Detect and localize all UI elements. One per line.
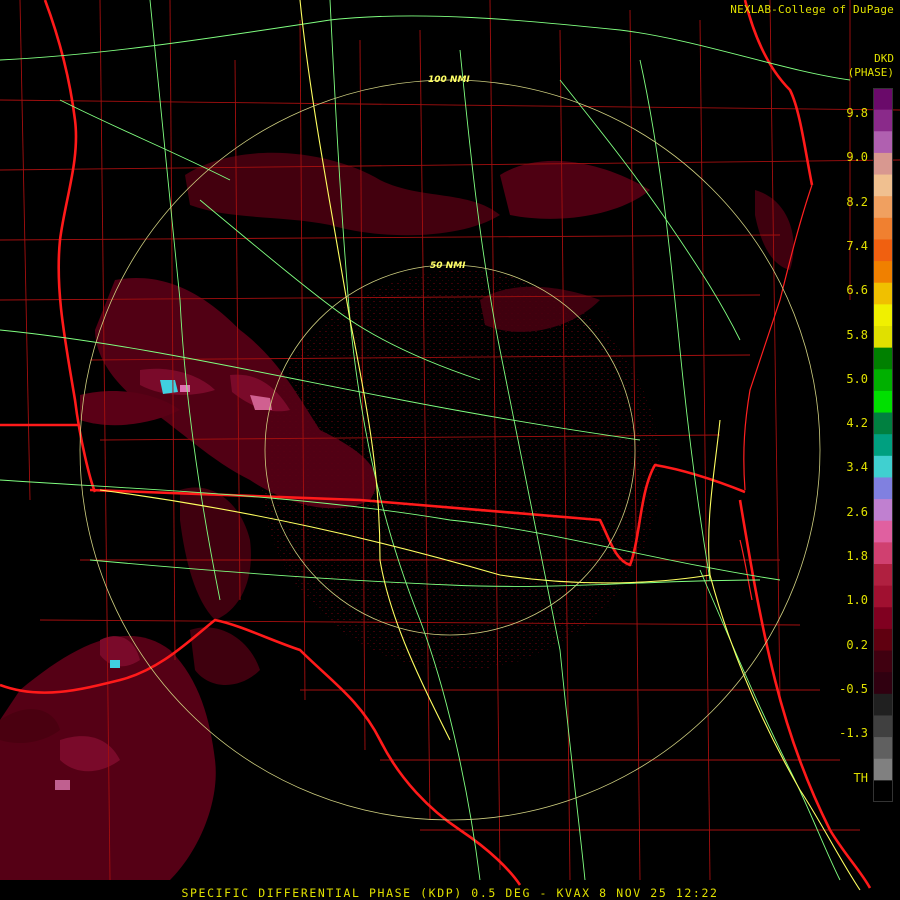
scale-label: 6.6 <box>846 283 868 298</box>
radar-map: 100 NMI 50 NMI <box>0 0 900 891</box>
scale-label: 0.2 <box>846 637 868 652</box>
scale-swatch <box>873 369 893 392</box>
scale-label: 9.8 <box>846 106 868 120</box>
scale-swatch <box>873 239 893 262</box>
scale-swatch <box>873 499 893 522</box>
scale-swatch <box>873 174 893 197</box>
scale-swatch <box>873 434 893 457</box>
scale-swatch <box>873 585 893 608</box>
scale-label: 2.6 <box>846 504 868 519</box>
scale-swatch <box>873 131 893 154</box>
scale-swatch <box>873 282 893 305</box>
scale-swatch <box>873 628 893 652</box>
scale-label: 5.0 <box>846 371 868 386</box>
product-header: DKD (PHASE) <box>848 52 894 80</box>
scale-swatch <box>873 564 893 587</box>
scale-label: 9.0 <box>846 150 868 165</box>
scale-swatch <box>873 542 893 565</box>
ring-label-100: 100 NMI <box>428 75 470 85</box>
scale-swatch <box>873 304 893 327</box>
scale-label: 1.8 <box>846 549 868 563</box>
scale-swatch <box>873 261 893 284</box>
radar-map-view: 100 NMI 50 NMI NEXLAB-College of DuPage … <box>0 0 900 900</box>
ring-label-50: 50 NMI <box>430 261 466 271</box>
scale-swatch <box>873 477 893 500</box>
scale-label: 4.2 <box>846 416 868 431</box>
product-unit: (PHASE) <box>847 66 894 79</box>
scale-swatch <box>873 455 893 479</box>
scale-label: 1.0 <box>846 593 868 608</box>
scale-swatch <box>873 715 893 738</box>
product-code: DKD <box>874 52 894 65</box>
credit-label: NEXLAB-College of DuPage <box>730 3 894 16</box>
scale-swatch <box>873 152 893 176</box>
scale-swatch <box>873 196 893 219</box>
color-scale-bar <box>873 88 893 802</box>
scale-label: 5.8 <box>846 327 868 342</box>
scale-swatch <box>873 109 893 132</box>
scale-swatch <box>873 390 893 414</box>
scale-swatch <box>873 780 893 802</box>
scale-label: -1.3 <box>839 726 868 741</box>
scale-swatch <box>873 758 893 781</box>
scale-swatch <box>873 412 893 435</box>
scale-swatch <box>873 326 893 349</box>
scale-label: -0.5 <box>839 681 868 696</box>
scale-swatch <box>873 672 893 695</box>
scale-swatch <box>873 88 893 111</box>
scale-swatch <box>873 607 893 630</box>
footer-caption: SPECIFIC DIFFERENTIAL PHASE (KDP) 0.5 DE… <box>181 886 719 900</box>
scale-label: 8.2 <box>846 194 868 209</box>
scale-label: 3.4 <box>846 460 868 475</box>
scale-label: TH <box>853 770 868 785</box>
scale-swatch <box>873 217 893 241</box>
scale-label: 7.4 <box>846 238 868 253</box>
scale-swatch <box>873 737 893 760</box>
scale-swatch <box>873 693 893 717</box>
scale-swatch <box>873 650 893 673</box>
scale-swatch <box>873 347 893 370</box>
scale-swatch <box>873 520 893 543</box>
